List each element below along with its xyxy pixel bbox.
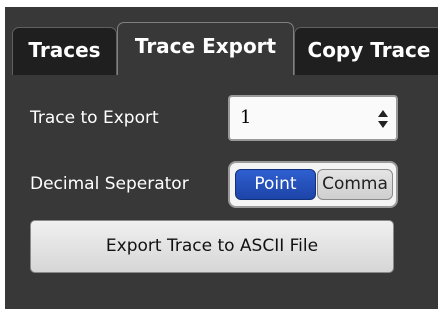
decimal-point-option[interactable]: Point [235,169,316,200]
trace-export-panel: Traces Copy Trace Trace Export Trace to … [5,7,438,309]
tab-bar: Traces Copy Trace Trace Export [5,7,438,75]
tab-trace-export[interactable]: Trace Export [117,22,294,75]
export-trace-button[interactable]: Export Trace to ASCII File [30,220,394,273]
decimal-separator-label: Decimal Seperator [30,174,189,194]
trace-to-export-select[interactable]: 1 [228,95,398,141]
tab-copy-trace[interactable]: Copy Trace [294,27,438,75]
decimal-separator-toggle: Point Comma [228,161,398,208]
trace-to-export-value: 1 [240,107,252,128]
up-down-arrows-icon [378,110,388,128]
tab-traces[interactable]: Traces [12,27,117,75]
trace-to-export-label: Trace to Export [30,108,159,128]
decimal-comma-option[interactable]: Comma [317,169,393,200]
